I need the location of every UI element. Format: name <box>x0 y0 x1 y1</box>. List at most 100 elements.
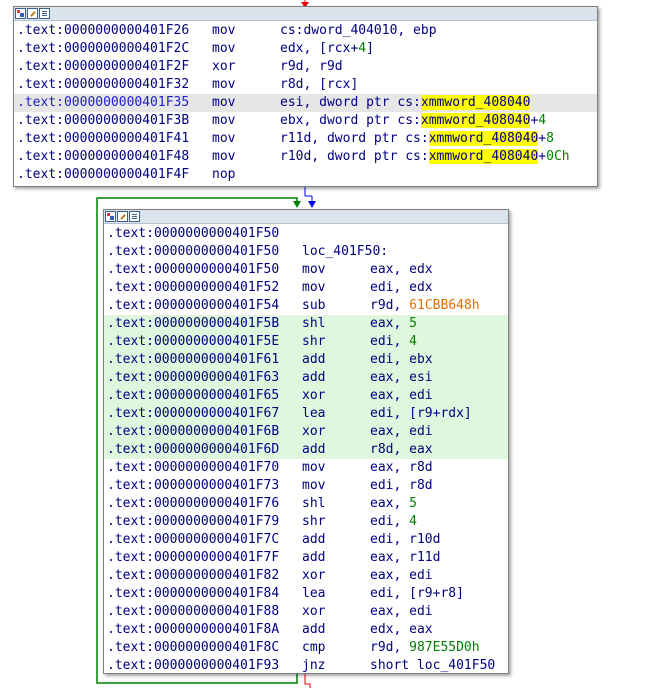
instruction-line[interactable]: .text:0000000000401F32 mov r8d, [rcx] <box>14 76 597 94</box>
instruction-line[interactable]: .text:0000000000401F70 mov eax, r8d <box>104 459 508 477</box>
operand-text: edi, ebx <box>370 352 433 367</box>
mnemonic: xor <box>302 568 326 583</box>
segment-name: .text: <box>107 316 154 331</box>
instruction-line[interactable]: .text:0000000000401F79 shr edi, 4 <box>104 513 508 531</box>
instruction-line[interactable]: .text:0000000000401F61 add edi, ebx <box>104 351 508 369</box>
operand-number: 4 <box>409 334 417 349</box>
mnemonic: cmp <box>302 640 326 655</box>
instruction-line[interactable]: .text:0000000000401F73 mov edi, r8d <box>104 477 508 495</box>
mnemonic: lea <box>302 406 326 421</box>
edit-color-icon[interactable] <box>117 211 128 222</box>
code-block-2[interactable]: .text:0000000000401F50 .text:000000000040… <box>103 209 509 674</box>
instruction-address: 0000000000401F50 <box>153 262 280 277</box>
instruction-line[interactable]: .text:0000000000401F5B shl eax, 5 <box>104 315 508 333</box>
loop-back-arrowhead <box>293 201 301 208</box>
instruction-line[interactable]: .text:0000000000401F8C cmp r9d, 987E55D0h <box>104 639 508 657</box>
instruction-address: 0000000000401F35 <box>63 95 190 110</box>
segment-name: .text: <box>107 604 154 619</box>
instruction-address: 0000000000401F26 <box>63 23 190 38</box>
mnemonic: add <box>302 532 326 547</box>
graph-view-icon[interactable] <box>15 8 26 19</box>
mnemonic: add <box>302 550 326 565</box>
edit-color-icon[interactable] <box>27 8 38 19</box>
operands: eax, edx <box>370 261 433 279</box>
instruction-line[interactable]: .text:0000000000401F50 <box>104 225 508 243</box>
instruction-line[interactable]: .text:0000000000401F4F nop <box>14 166 597 184</box>
instruction-line[interactable]: .text:0000000000401F26 mov cs:dword_404010… <box>14 22 597 40</box>
operand-text: esi, dword ptr cs: <box>280 95 421 110</box>
instruction-line[interactable]: .text:0000000000401F35 mov esi, dword ptr … <box>14 94 597 112</box>
segment-name: .text: <box>17 59 64 74</box>
segment-name: .text: <box>17 77 64 92</box>
instruction-line[interactable]: .text:0000000000401F6D add r8d, eax <box>104 441 508 459</box>
instruction-address: 0000000000401F52 <box>153 280 280 295</box>
instruction-line[interactable]: .text:0000000000401F54 sub r9d, 61CBB648h <box>104 297 508 315</box>
instruction-line[interactable]: .text:0000000000401F88 xor eax, edi <box>104 603 508 621</box>
operands: r9d, r9d <box>280 58 343 76</box>
instruction-line[interactable]: .text:0000000000401F3B mov ebx, dword ptr … <box>14 112 597 130</box>
instruction-line[interactable]: .text:0000000000401F65 xor eax, edi <box>104 387 508 405</box>
segment-name: .text: <box>107 478 154 493</box>
instruction-line[interactable]: .text:0000000000401F41 mov r11d, dword ptr… <box>14 130 597 148</box>
segment-name: .text: <box>107 280 154 295</box>
block-1-instructions: .text:0000000000401F26 mov cs:dword_404010… <box>14 21 597 184</box>
instruction-line[interactable]: .text:0000000000401F2C mov edx, [rcx+4] <box>14 40 597 58</box>
instruction-line[interactable]: .text:0000000000401F2F xor r9d, r9d <box>14 58 597 76</box>
mnemonic: mov <box>212 23 236 38</box>
instruction-line[interactable]: .text:0000000000401F6B xor eax, edi <box>104 423 508 441</box>
instruction-line[interactable]: .text:0000000000401F52 mov edi, edx <box>104 279 508 297</box>
mnemonic: mov <box>212 95 236 110</box>
operands: edi, r10d <box>370 531 440 549</box>
operand-text: eax, edi <box>370 604 433 619</box>
list-view-icon[interactable] <box>39 8 50 19</box>
segment-name: .text: <box>107 658 154 673</box>
operands: eax, edi <box>370 567 433 585</box>
instruction-address: 0000000000401F84 <box>153 586 280 601</box>
instruction-line[interactable]: .text:0000000000401F63 add eax, esi <box>104 369 508 387</box>
graph-view-icon[interactable] <box>105 211 116 222</box>
segment-name: .text: <box>107 532 154 547</box>
operand-symbol[interactable]: xmmword_408040 <box>428 149 539 164</box>
operands: edi, [r9+rdx] <box>370 405 472 423</box>
segment-name: .text: <box>107 298 154 313</box>
instruction-line[interactable]: .text:0000000000401F76 shl eax, 5 <box>104 495 508 513</box>
mnemonic: add <box>302 370 326 385</box>
code-label[interactable]: loc_401F50: <box>302 243 388 261</box>
mnemonic: shl <box>302 316 326 331</box>
instruction-line[interactable]: .text:0000000000401F93 jnz short loc_401F5… <box>104 657 508 675</box>
mnemonic: xor <box>212 59 236 74</box>
instruction-line[interactable]: .text:0000000000401F8A add edx, eax <box>104 621 508 639</box>
segment-name: .text: <box>107 334 154 349</box>
operand-symbol[interactable]: xmmword_408040 <box>420 113 531 128</box>
segment-name: .text: <box>107 568 154 583</box>
operands: edi, r8d <box>370 477 433 495</box>
instruction-line[interactable]: .text:0000000000401F50 loc_401F50: <box>104 243 508 261</box>
instruction-address: 0000000000401F5B <box>153 316 280 331</box>
operand-symbol[interactable]: xmmword_408040 <box>428 131 539 146</box>
instruction-line[interactable]: .text:0000000000401F50 mov eax, edx <box>104 261 508 279</box>
instruction-line[interactable]: .text:0000000000401F7C add edi, r10d <box>104 531 508 549</box>
list-view-icon[interactable] <box>129 211 140 222</box>
operands: edi, [r9+r8] <box>370 585 464 603</box>
instruction-address: 0000000000401F63 <box>153 370 280 385</box>
operand-text: edi, r8d <box>370 478 433 493</box>
instruction-line[interactable]: .text:0000000000401F82 xor eax, edi <box>104 567 508 585</box>
instruction-line[interactable]: .text:0000000000401F67 lea edi, [r9+rdx] <box>104 405 508 423</box>
instruction-address: 0000000000401F41 <box>63 131 190 146</box>
code-block-1[interactable]: .text:0000000000401F26 mov cs:dword_404010… <box>13 6 598 187</box>
operand-symbol[interactable]: xmmword_408040 <box>420 95 531 110</box>
operands: r8d, eax <box>370 441 433 459</box>
instruction-address: 0000000000401F73 <box>153 478 280 493</box>
segment-name: .text: <box>17 131 64 146</box>
instruction-line[interactable]: .text:0000000000401F84 lea edi, [r9+r8] <box>104 585 508 603</box>
operand-text: short loc_401F50 <box>370 658 496 673</box>
mnemonic: xor <box>302 388 326 403</box>
instruction-line[interactable]: .text:0000000000401F5E shr edi, 4 <box>104 333 508 351</box>
instruction-line[interactable]: .text:0000000000401F7F add eax, r11d <box>104 549 508 567</box>
operands: edx, [rcx+4] <box>280 40 374 58</box>
operand-text: + <box>538 131 547 146</box>
operand-text: eax, edi <box>370 424 433 439</box>
instruction-line[interactable]: .text:0000000000401F48 mov r10d, dword ptr… <box>14 148 597 166</box>
operand-number: 4 <box>409 514 417 529</box>
operands: eax, edi <box>370 387 433 405</box>
